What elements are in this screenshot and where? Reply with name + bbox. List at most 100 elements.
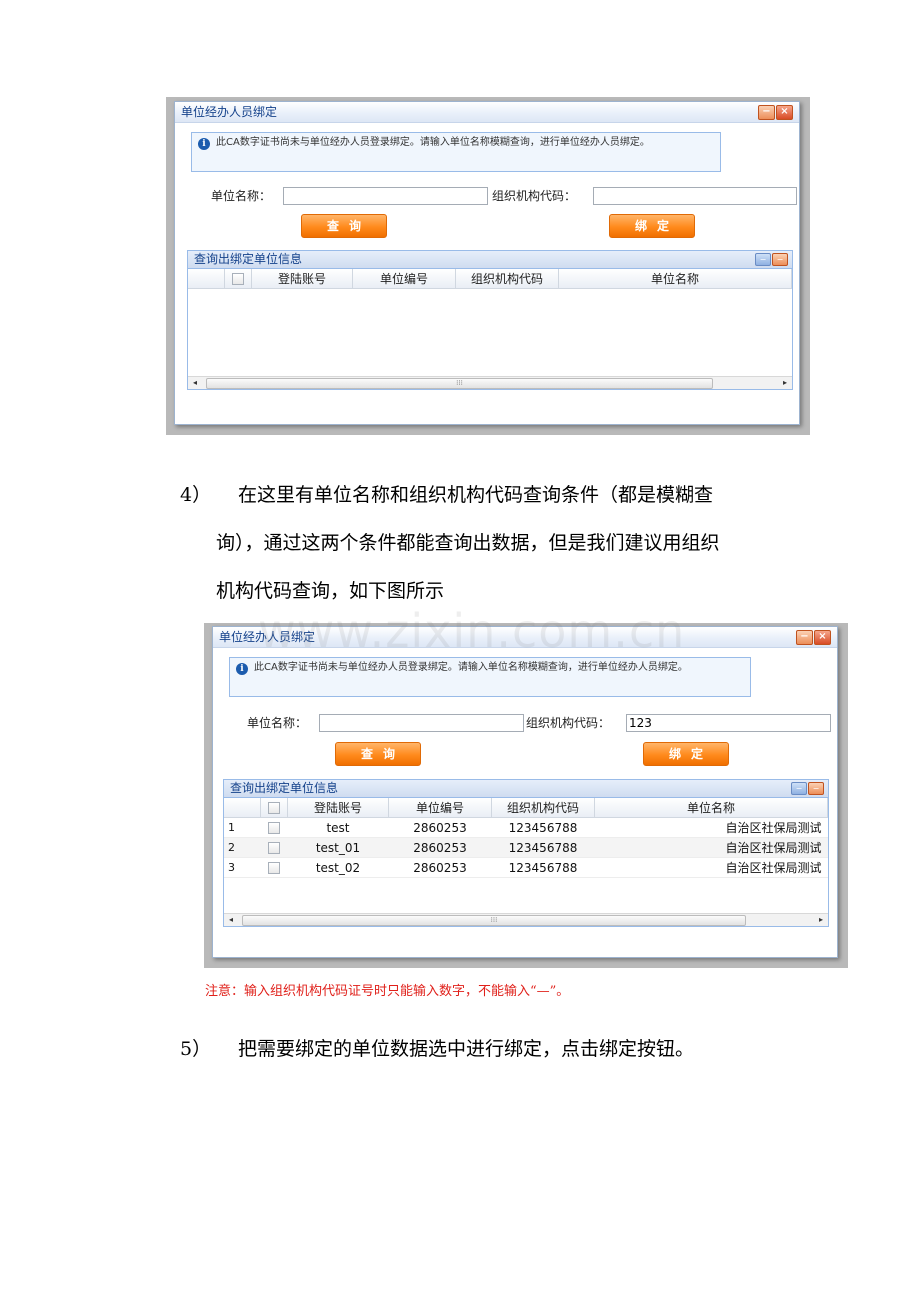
unit-name-input[interactable] <box>283 187 488 205</box>
step4-line3: 机构代码查询，如下图所示 <box>216 580 445 602</box>
row-select-cell <box>260 857 288 878</box>
col-unit-no[interactable]: 单位编号 <box>388 798 492 818</box>
close-button[interactable]: × <box>776 105 793 120</box>
cell-unit-name: 自治区社保局测试 <box>594 857 828 878</box>
info-icon: i <box>236 663 248 675</box>
result-grid: 登陆账号 单位编号 组织机构代码 单位名称 1 test 2860253 123… <box>224 798 828 878</box>
query-button[interactable]: 查询 <box>301 214 387 238</box>
info-text: 此CA数字证书尚未与单位经办人员登录绑定。请输入单位名称模糊查询，进行单位经办人… <box>254 662 688 673</box>
org-code-input[interactable] <box>626 714 831 732</box>
select-all-checkbox[interactable] <box>268 802 280 814</box>
org-code-label: 组织机构代码： <box>492 189 577 203</box>
col-unit-name[interactable]: 单位名称 <box>558 269 792 289</box>
unit-name-label: 单位名称： <box>211 189 272 203</box>
panel-collapse-button[interactable]: − <box>791 782 807 795</box>
table-row[interactable]: 2 test_01 2860253 123456788 自治区社保局测试 <box>224 837 828 858</box>
rownum-header <box>188 269 225 289</box>
step4-line1: 在这里有单位名称和组织机构代码查询条件（都是模糊查 <box>238 484 714 506</box>
scroll-right-icon[interactable]: ▸ <box>778 377 792 389</box>
cell-unit-name: 自治区社保局测试 <box>594 817 828 838</box>
panel-controls: − − <box>755 253 788 266</box>
window-controls: − × <box>758 105 793 120</box>
info-notice: i 此CA数字证书尚未与单位经办人员登录绑定。请输入单位名称模糊查询，进行单位经… <box>191 132 721 172</box>
query-button[interactable]: 查询 <box>335 742 421 766</box>
panel-maximize-button[interactable]: − <box>808 782 824 795</box>
cell-org-code: 123456788 <box>491 837 595 858</box>
row-checkbox[interactable] <box>268 842 280 854</box>
row-checkbox[interactable] <box>268 862 280 874</box>
scroll-thumb[interactable]: ⁞⁞⁞ <box>206 378 713 389</box>
info-notice: i 此CA数字证书尚未与单位经办人员登录绑定。请输入单位名称模糊查询，进行单位经… <box>229 657 751 697</box>
table-row[interactable]: 3 test_02 2860253 123456788 自治区社保局测试 <box>224 857 828 878</box>
screenshot-1: 单位经办人员绑定 − × i 此CA数字证书尚未与单位经办人员登录绑定。请输入单… <box>166 97 810 435</box>
minimize-button[interactable]: − <box>796 630 813 645</box>
org-code-label: 组织机构代码： <box>526 716 611 730</box>
panel-collapse-button[interactable]: − <box>755 253 771 266</box>
bind-dialog-filled: 单位经办人员绑定 − × i 此CA数字证书尚未与单位经办人员登录绑定。请输入单… <box>212 626 838 958</box>
cell-unit-name: 自治区社保局测试 <box>594 837 828 858</box>
row-number: 3 <box>224 857 261 878</box>
grid-header-row: 登陆账号 单位编号 组织机构代码 单位名称 <box>188 269 792 289</box>
table-row[interactable]: 1 test 2860253 123456788 自治区社保局测试 <box>224 817 828 838</box>
unit-name-input[interactable] <box>319 714 524 732</box>
scroll-right-icon[interactable]: ▸ <box>814 914 828 926</box>
cell-org-code: 123456788 <box>491 857 595 878</box>
scroll-thumb[interactable]: ⁞⁞⁞ <box>242 915 746 926</box>
dialog-title: 单位经办人员绑定 <box>181 105 278 119</box>
step5-text: 把需要绑定的单位数据选中进行绑定，点击绑定按钮。 <box>238 1038 695 1060</box>
screenshot-2: 单位经办人员绑定 − × i 此CA数字证书尚未与单位经办人员登录绑定。请输入单… <box>204 623 848 968</box>
dialog-titlebar: 单位经办人员绑定 − × <box>175 102 799 123</box>
row-checkbox[interactable] <box>268 822 280 834</box>
result-panel-header: 查询出绑定单位信息 − − <box>224 780 828 798</box>
result-panel-title: 查询出绑定单位信息 <box>230 781 339 795</box>
step4-line2: 询），通过这两个条件都能查询出数据，但是我们建议用组织 <box>216 532 720 554</box>
row-number: 2 <box>224 837 261 858</box>
cell-account: test_02 <box>287 857 389 878</box>
col-account[interactable]: 登陆账号 <box>251 269 353 289</box>
warning-note: 注意：输入组织机构代码证号时只能输入数字，不能输入“—”。 <box>205 984 570 999</box>
panel-maximize-button[interactable]: − <box>772 253 788 266</box>
result-panel-header: 查询出绑定单位信息 − − <box>188 251 792 269</box>
result-panel: 查询出绑定单位信息 − − 登陆账号 单位编号 组织机构代码 单位名称 ◂ ⁞⁞… <box>187 250 793 390</box>
panel-controls: − − <box>791 782 824 795</box>
close-button[interactable]: × <box>814 630 831 645</box>
select-all-checkbox[interactable] <box>232 273 244 285</box>
row-number: 1 <box>224 817 261 838</box>
cell-unit-no: 2860253 <box>388 857 492 878</box>
col-account[interactable]: 登陆账号 <box>287 798 389 818</box>
cell-account: test_01 <box>287 837 389 858</box>
info-text: 此CA数字证书尚未与单位经办人员登录绑定。请输入单位名称模糊查询，进行单位经办人… <box>216 137 650 148</box>
bind-dialog: 单位经办人员绑定 − × i 此CA数字证书尚未与单位经办人员登录绑定。请输入单… <box>174 101 800 425</box>
select-all-header <box>224 269 252 289</box>
row-select-cell <box>260 817 288 838</box>
bind-button[interactable]: 绑定 <box>609 214 695 238</box>
grid-header-row: 登陆账号 单位编号 组织机构代码 单位名称 <box>224 798 828 818</box>
result-panel-title: 查询出绑定单位信息 <box>194 252 303 266</box>
horizontal-scrollbar[interactable]: ◂ ⁞⁞⁞ ▸ <box>224 913 828 926</box>
col-org-code[interactable]: 组织机构代码 <box>455 269 559 289</box>
cell-unit-no: 2860253 <box>388 817 492 838</box>
info-icon: i <box>198 138 210 150</box>
org-code-input[interactable] <box>593 187 797 205</box>
step4-number: 4） <box>180 484 212 506</box>
horizontal-scrollbar[interactable]: ◂ ⁞⁞⁞ ▸ <box>188 376 792 389</box>
cell-account: test <box>287 817 389 838</box>
row-select-cell <box>260 837 288 858</box>
window-controls: − × <box>796 630 831 645</box>
watermark: www.zixin.com.cn <box>258 604 686 658</box>
result-grid: 登陆账号 单位编号 组织机构代码 单位名称 <box>188 269 792 289</box>
cell-org-code: 123456788 <box>491 817 595 838</box>
scroll-left-icon[interactable]: ◂ <box>224 914 238 926</box>
step5-number: 5） <box>180 1038 212 1060</box>
unit-name-label: 单位名称： <box>247 716 308 730</box>
minimize-button[interactable]: − <box>758 105 775 120</box>
rownum-header <box>224 798 261 818</box>
col-org-code[interactable]: 组织机构代码 <box>491 798 595 818</box>
cell-unit-no: 2860253 <box>388 837 492 858</box>
result-panel: 查询出绑定单位信息 − − 登陆账号 单位编号 组织机构代码 单位名称 1 te… <box>223 779 829 927</box>
scroll-left-icon[interactable]: ◂ <box>188 377 202 389</box>
col-unit-name[interactable]: 单位名称 <box>594 798 828 818</box>
select-all-header <box>260 798 288 818</box>
bind-button[interactable]: 绑定 <box>643 742 729 766</box>
col-unit-no[interactable]: 单位编号 <box>352 269 456 289</box>
